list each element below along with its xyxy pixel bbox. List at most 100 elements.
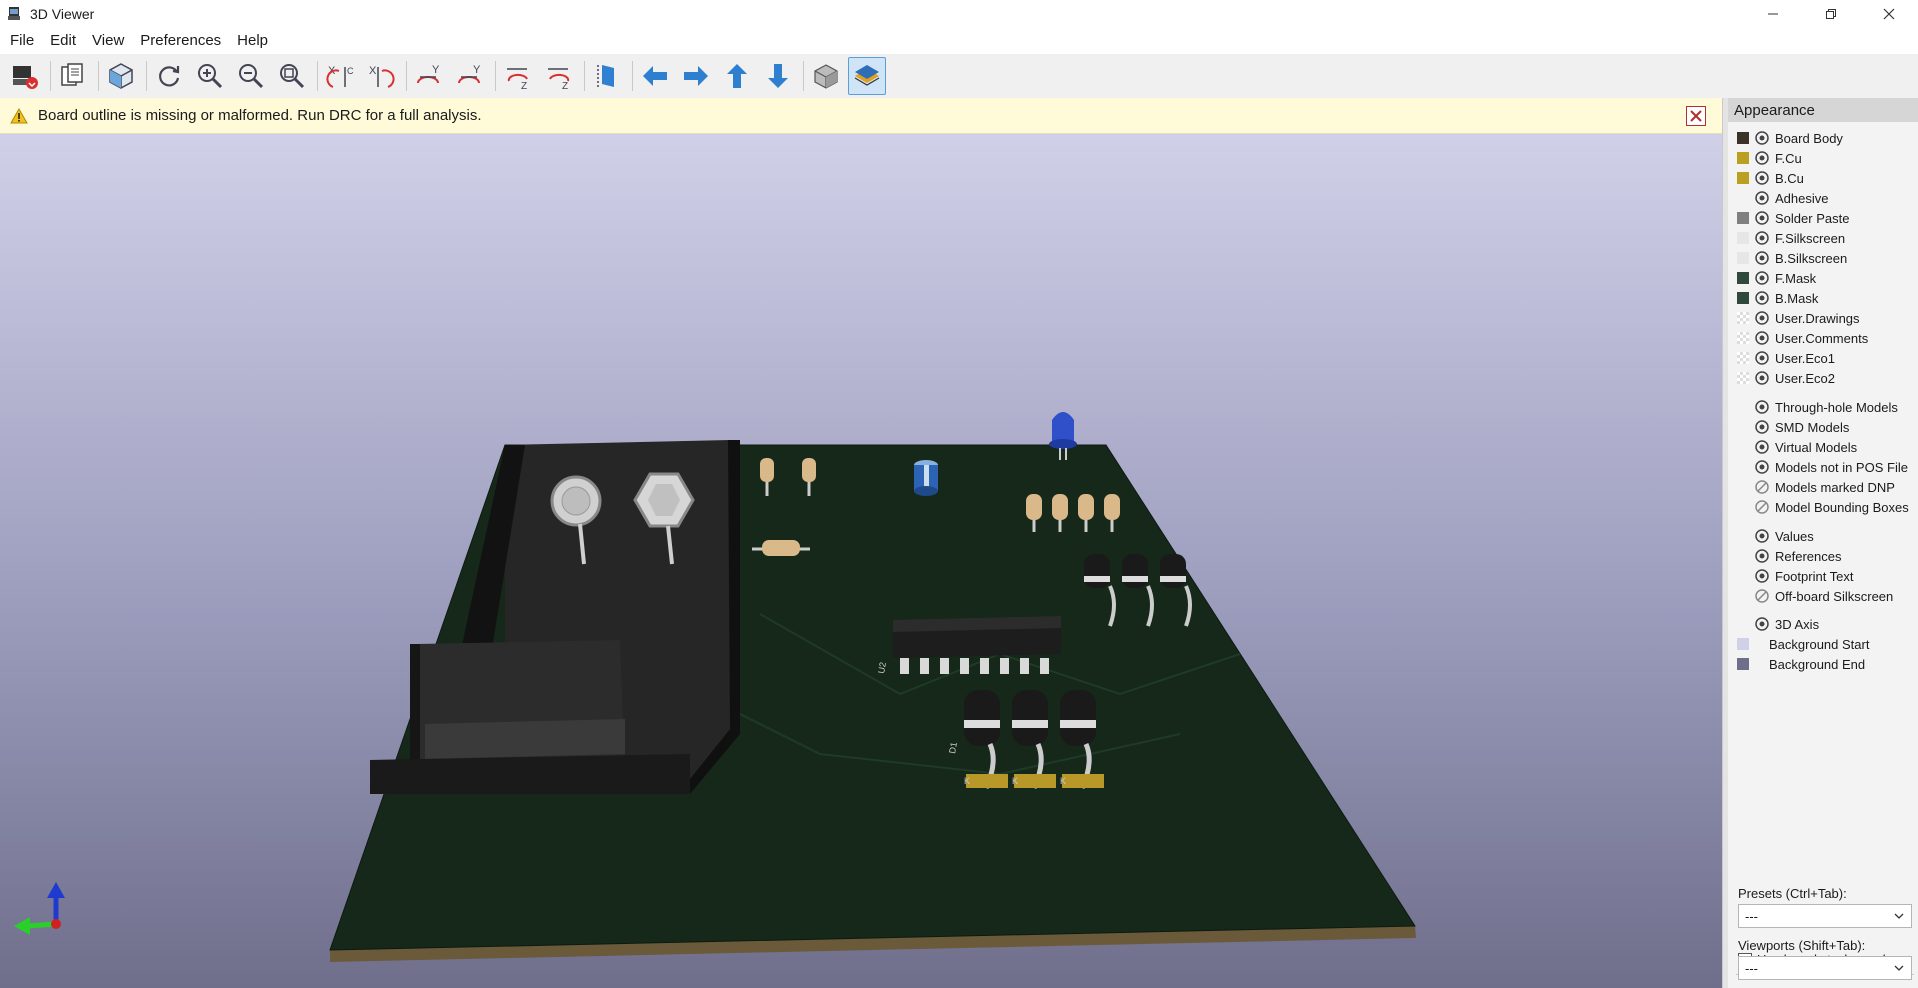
rotate-y-ccw-button[interactable]: Y <box>451 57 489 95</box>
layer-swatch[interactable] <box>1737 312 1749 324</box>
object-row-model-bounding-boxes[interactable]: Model Bounding Boxes <box>1728 497 1918 517</box>
zoom-fit-button[interactable] <box>273 57 311 95</box>
layer-swatch[interactable] <box>1737 372 1749 384</box>
eye-icon[interactable] <box>1755 271 1769 285</box>
layer-row-user-eco2[interactable]: User.Eco2 <box>1728 368 1918 388</box>
eye-icon[interactable] <box>1755 311 1769 325</box>
layer-swatch[interactable] <box>1737 292 1749 304</box>
layer-swatch[interactable] <box>1737 132 1749 144</box>
object-row-references[interactable]: References <box>1728 546 1918 566</box>
eye-icon[interactable] <box>1755 460 1769 474</box>
eye-icon[interactable] <box>1755 331 1769 345</box>
reload-icon <box>159 66 180 87</box>
eye-icon[interactable] <box>1755 529 1769 543</box>
flip-view-button[interactable] <box>588 57 626 95</box>
layers-panel-button[interactable] <box>848 57 886 95</box>
eye-off-icon[interactable] <box>1755 500 1769 514</box>
object-row-through-hole-models[interactable]: Through-hole Models <box>1728 397 1918 417</box>
ortho-button[interactable] <box>807 57 845 95</box>
zoom-out-button[interactable] <box>232 57 270 95</box>
eye-icon[interactable] <box>1755 291 1769 305</box>
menu-preferences[interactable]: Preferences <box>132 28 229 54</box>
eye-icon[interactable] <box>1755 351 1769 365</box>
rotate-x-cw-button[interactable]: XC <box>321 57 359 95</box>
layer-row-solder-paste[interactable]: Solder Paste <box>1728 208 1918 228</box>
eye-icon[interactable] <box>1755 549 1769 563</box>
eye-icon[interactable] <box>1755 171 1769 185</box>
layer-swatch[interactable] <box>1737 172 1749 184</box>
layer-row-b-mask[interactable]: B.Mask <box>1728 288 1918 308</box>
rotate-z-cw-button[interactable]: Z <box>499 57 537 95</box>
eye-icon[interactable] <box>1755 211 1769 225</box>
layer-swatch[interactable] <box>1737 332 1749 344</box>
object-row-smd-models[interactable]: SMD Models <box>1728 417 1918 437</box>
presets-select[interactable]: --- <box>1738 904 1912 928</box>
object-row-virtual-models[interactable]: Virtual Models <box>1728 437 1918 457</box>
layer-swatch[interactable] <box>1737 252 1749 264</box>
layer-swatch[interactable] <box>1737 212 1749 224</box>
3d-viewport[interactable]: U2 D1 K K K <box>0 134 1722 988</box>
flip-board-button[interactable] <box>102 57 140 95</box>
layer-row-adhesive[interactable]: Adhesive <box>1728 188 1918 208</box>
eye-icon[interactable] <box>1755 617 1769 631</box>
move-left-button[interactable] <box>636 57 674 95</box>
menu-edit[interactable]: Edit <box>42 28 84 54</box>
layer-row-board-body[interactable]: Board Body <box>1728 128 1918 148</box>
background-end-row[interactable]: Background End <box>1728 654 1918 674</box>
menu-view[interactable]: View <box>84 28 132 54</box>
move-down-button[interactable] <box>759 57 797 95</box>
render-button[interactable] <box>6 57 44 95</box>
object-row-values[interactable]: Values <box>1728 526 1918 546</box>
copy-image-button[interactable] <box>54 57 92 95</box>
close-button[interactable] <box>1860 0 1918 28</box>
eye-off-icon[interactable] <box>1755 480 1769 494</box>
object-row-models-marked-dnp[interactable]: Models marked DNP <box>1728 477 1918 497</box>
restore-button[interactable] <box>1802 0 1860 28</box>
rotate-y-cw-button[interactable]: Y <box>410 57 448 95</box>
layer-row-user-drawings[interactable]: User.Drawings <box>1728 308 1918 328</box>
eye-icon[interactable] <box>1755 191 1769 205</box>
layer-swatch[interactable] <box>1737 232 1749 244</box>
eye-off-icon[interactable] <box>1755 589 1769 603</box>
zoom-in-button[interactable] <box>191 57 229 95</box>
eye-icon[interactable] <box>1755 131 1769 145</box>
eye-icon[interactable] <box>1755 151 1769 165</box>
eye-icon[interactable] <box>1755 251 1769 265</box>
svg-text:X: X <box>369 65 377 77</box>
layer-swatch[interactable] <box>1737 152 1749 164</box>
eye-icon[interactable] <box>1755 440 1769 454</box>
rotate-x-ccw-button[interactable]: X <box>362 57 400 95</box>
layer-row-f-cu[interactable]: F.Cu <box>1728 148 1918 168</box>
background-start-row[interactable]: Background Start <box>1728 634 1918 654</box>
move-up-button[interactable] <box>718 57 756 95</box>
eye-icon[interactable] <box>1755 371 1769 385</box>
menu-help[interactable]: Help <box>229 28 276 54</box>
background-start-swatch[interactable] <box>1737 638 1749 650</box>
appearance-panel: Appearance Board Body F.Cu B.Cu Adhesive… <box>1728 98 1918 988</box>
minimize-button[interactable] <box>1744 0 1802 28</box>
info-close-button[interactable] <box>1686 106 1706 126</box>
move-right-button[interactable] <box>677 57 715 95</box>
object-row-off-board-silkscreen[interactable]: Off-board Silkscreen <box>1728 586 1918 606</box>
eye-icon[interactable] <box>1755 420 1769 434</box>
layer-swatch[interactable] <box>1737 272 1749 284</box>
background-end-swatch[interactable] <box>1737 658 1749 670</box>
object-row-footprint-text[interactable]: Footprint Text <box>1728 566 1918 586</box>
layer-row-user-eco1[interactable]: User.Eco1 <box>1728 348 1918 368</box>
layer-row-f-mask[interactable]: F.Mask <box>1728 268 1918 288</box>
viewports-select[interactable]: --- <box>1738 956 1912 980</box>
reload-button[interactable] <box>150 57 188 95</box>
rotate-z-ccw-button[interactable]: Z <box>540 57 578 95</box>
object-label: Footprint Text <box>1775 568 1854 584</box>
layer-swatch[interactable] <box>1737 352 1749 364</box>
layer-row-b-silkscreen[interactable]: B.Silkscreen <box>1728 248 1918 268</box>
eye-icon[interactable] <box>1755 400 1769 414</box>
object-row-3d-axis[interactable]: 3D Axis <box>1728 614 1918 634</box>
menu-file[interactable]: File <box>2 28 42 54</box>
eye-icon[interactable] <box>1755 569 1769 583</box>
eye-icon[interactable] <box>1755 231 1769 245</box>
object-row-models-not-in-pos[interactable]: Models not in POS File <box>1728 457 1918 477</box>
layer-row-b-cu[interactable]: B.Cu <box>1728 168 1918 188</box>
layer-row-user-comments[interactable]: User.Comments <box>1728 328 1918 348</box>
layer-row-f-silkscreen[interactable]: F.Silkscreen <box>1728 228 1918 248</box>
